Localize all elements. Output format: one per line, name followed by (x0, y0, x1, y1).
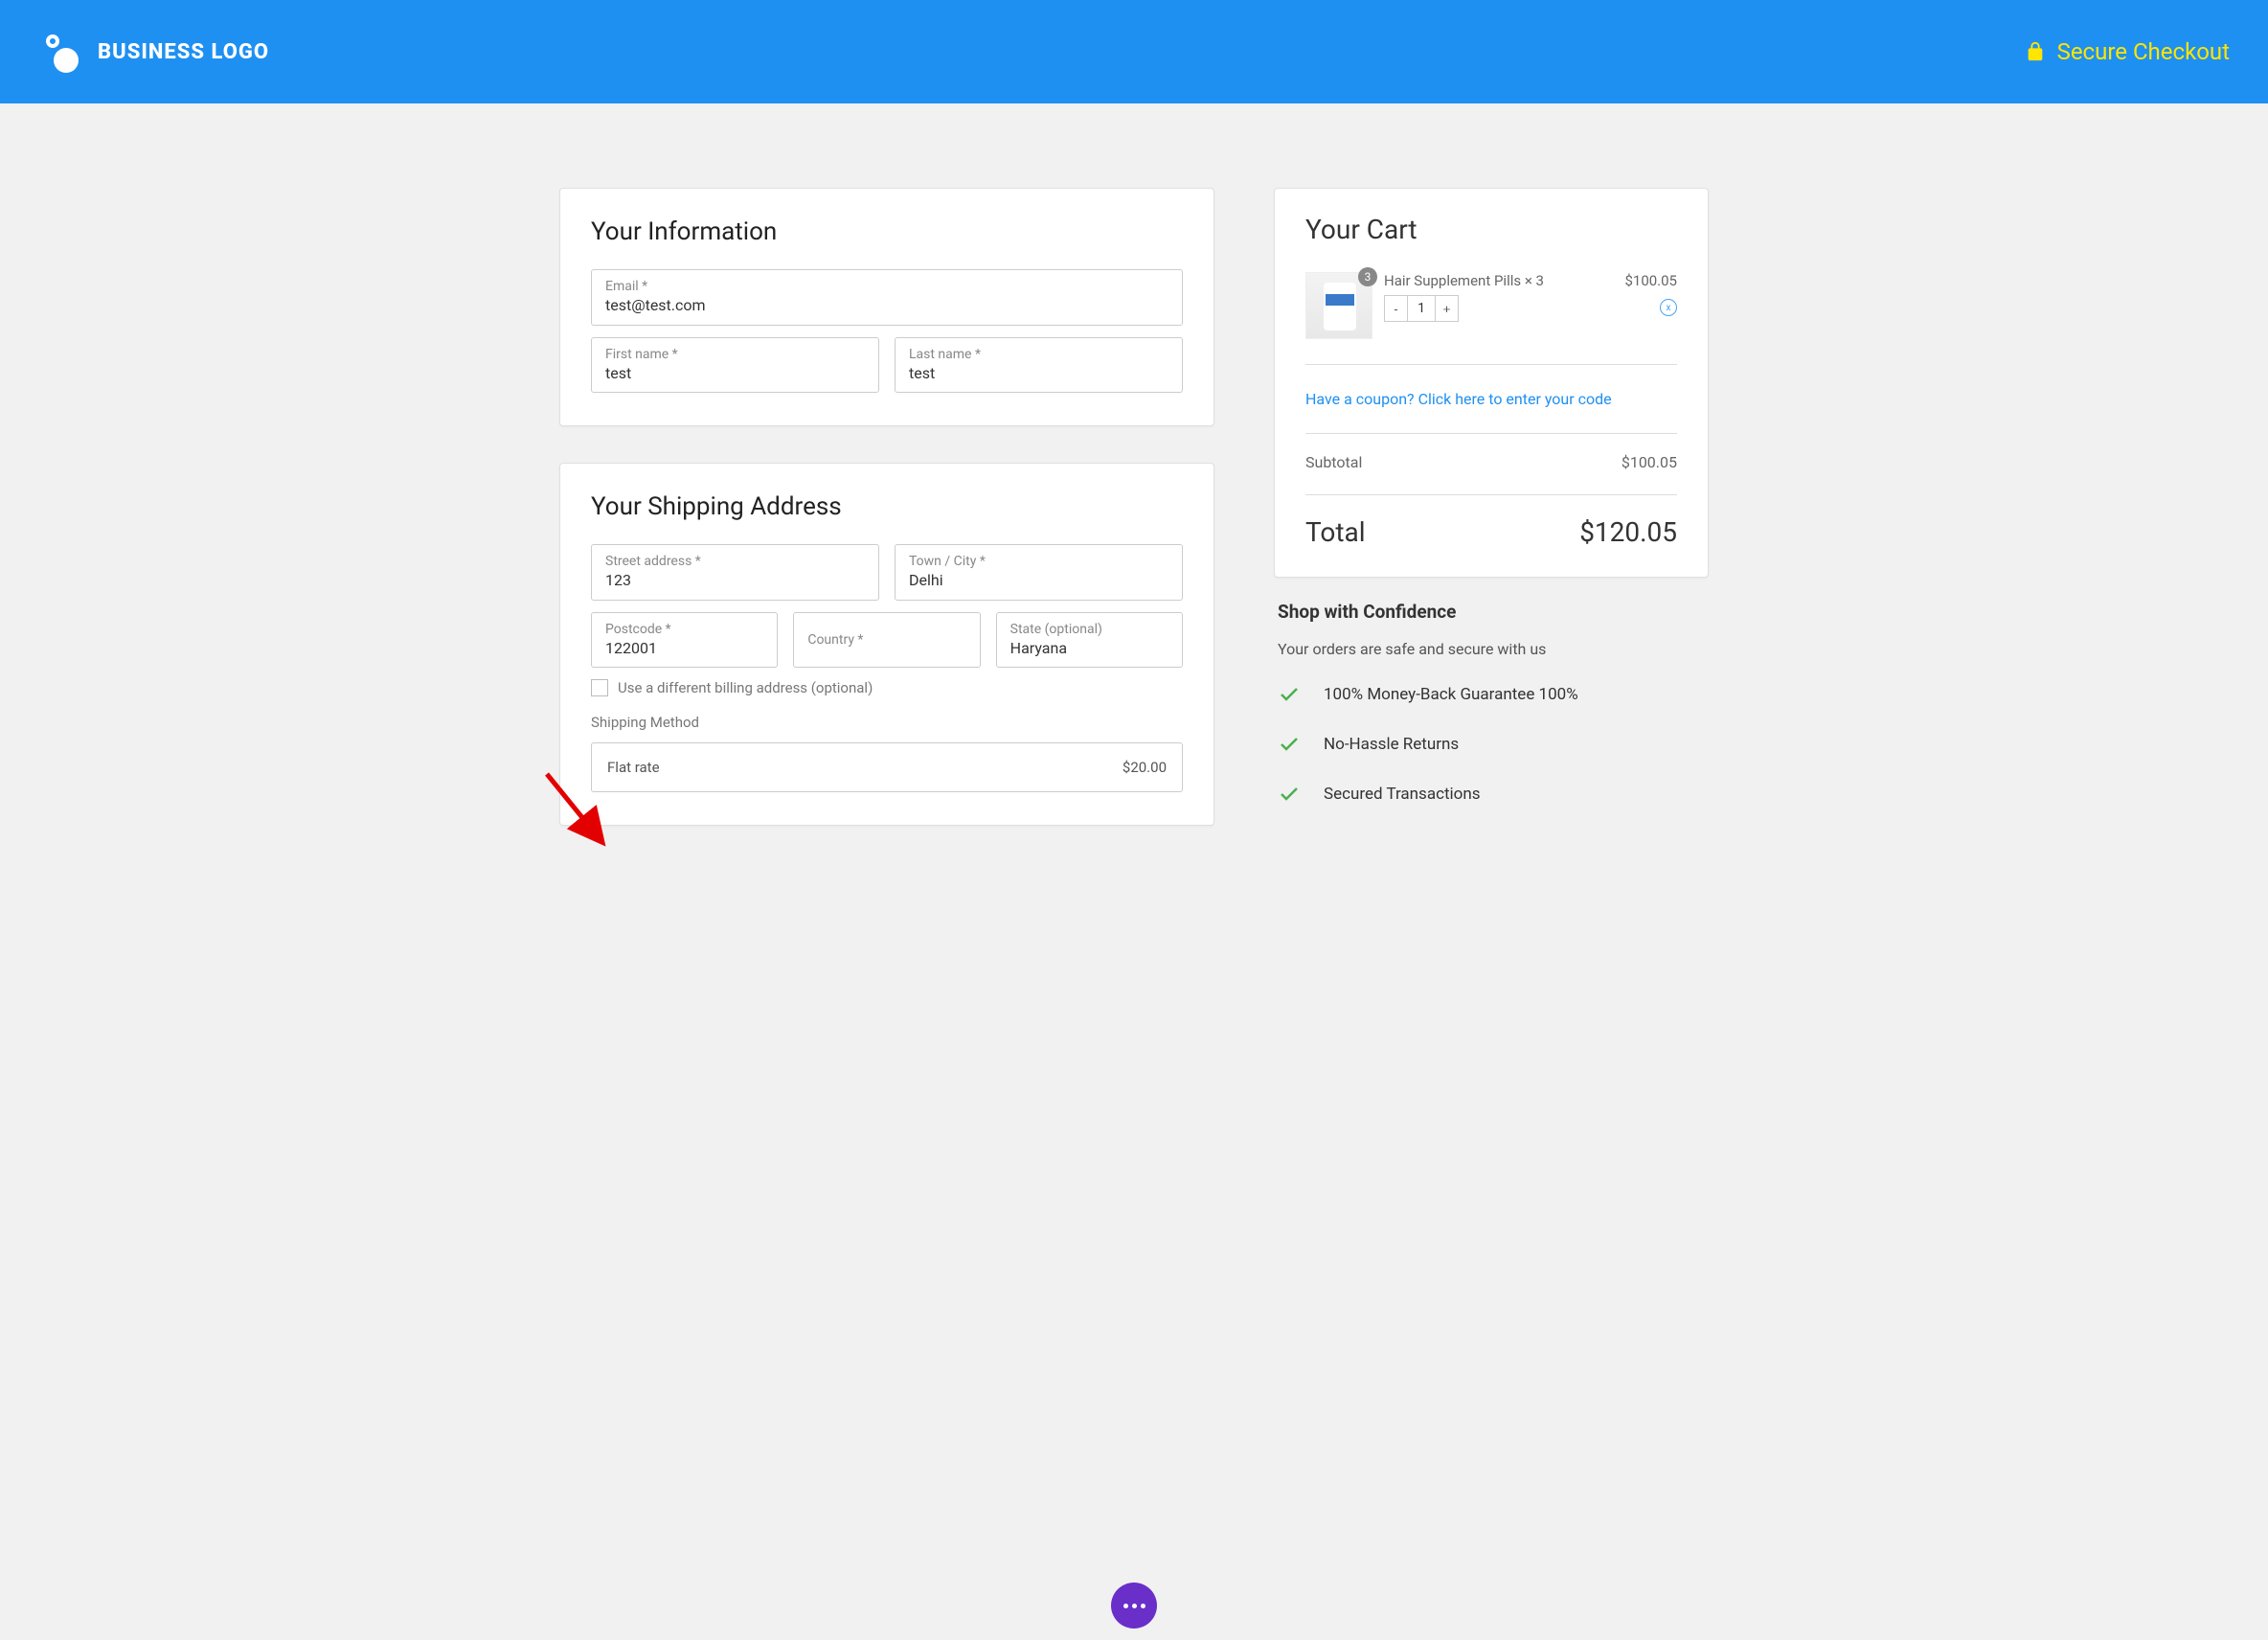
left-column: Your Information Email * test@test.com F… (559, 188, 1214, 826)
shipping-method-flat-rate[interactable]: Flat rate $20.00 (591, 742, 1183, 792)
country-field[interactable]: Country * (793, 612, 980, 669)
quantity-badge: 3 (1358, 267, 1377, 286)
close-icon: x (1667, 303, 1671, 313)
product-name: Hair Supplement Pills × 3 (1384, 272, 1613, 289)
city-value: Delhi (909, 570, 1168, 591)
logo-text: BUSINESS LOGO (98, 40, 269, 64)
cart-heading: Your Cart (1305, 214, 1677, 245)
confidence-item-label: 100% Money-Back Guarantee 100% (1324, 685, 1578, 704)
confidence-subtext: Your orders are safe and secure with us (1278, 640, 1705, 658)
city-field[interactable]: Town / City * Delhi (895, 544, 1183, 601)
cart-item: 3 Hair Supplement Pills × 3 - 1 + $100.0… (1305, 272, 1677, 365)
email-label: Email * (605, 278, 1168, 295)
different-billing-checkbox-row[interactable]: Use a different billing address (optiona… (591, 679, 1183, 696)
check-icon (1278, 733, 1301, 756)
header: BUSINESS LOGO Secure Checkout (0, 0, 2268, 103)
main-content: Your Information Email * test@test.com F… (531, 103, 1737, 871)
remove-item-button[interactable]: x (1660, 299, 1677, 316)
lock-icon (2025, 40, 2046, 63)
secure-checkout-indicator: Secure Checkout (2025, 38, 2230, 65)
logo[interactable]: BUSINESS LOGO (36, 34, 269, 69)
dots-icon (1123, 1604, 1128, 1608)
flat-rate-label: Flat rate (607, 759, 660, 776)
your-information-heading: Your Information (591, 217, 1183, 246)
postcode-value: 122001 (605, 638, 763, 659)
last-name-label: Last name * (909, 346, 1168, 363)
confidence-item-label: Secured Transactions (1324, 785, 1481, 804)
quantity-decrease-button[interactable]: - (1385, 296, 1408, 321)
street-address-value: 123 (605, 570, 865, 591)
shipping-address-heading: Your Shipping Address (591, 492, 1183, 521)
product-image: 3 (1305, 272, 1372, 339)
total-label: Total (1305, 516, 1366, 548)
last-name-value: test (909, 363, 1168, 384)
email-field[interactable]: Email * test@test.com (591, 269, 1183, 326)
check-icon (1278, 683, 1301, 706)
shipping-method-heading: Shipping Method (591, 714, 1183, 731)
confidence-item: 100% Money-Back Guarantee 100% (1278, 683, 1705, 706)
country-label: Country * (807, 631, 965, 649)
coupon-link[interactable]: Have a coupon? Click here to enter your … (1305, 390, 1677, 434)
postcode-field[interactable]: Postcode * 122001 (591, 612, 778, 669)
check-icon (1278, 783, 1301, 806)
street-address-field[interactable]: Street address * 123 (591, 544, 879, 601)
email-value: test@test.com (605, 295, 1168, 316)
state-field[interactable]: State (optional) Haryana (996, 612, 1183, 669)
different-billing-label: Use a different billing address (optiona… (618, 679, 873, 696)
postcode-label: Postcode * (605, 621, 763, 638)
confidence-item: Secured Transactions (1278, 783, 1705, 806)
street-address-label: Street address * (605, 553, 865, 570)
flat-rate-price: $20.00 (1123, 759, 1167, 776)
state-label: State (optional) (1010, 621, 1168, 638)
confidence-heading: Shop with Confidence (1278, 601, 1705, 623)
secure-checkout-text: Secure Checkout (2057, 38, 2230, 65)
shipping-address-card: Your Shipping Address Street address * 1… (559, 463, 1214, 826)
subtotal-label: Subtotal (1305, 453, 1362, 471)
cart-item-info: Hair Supplement Pills × 3 - 1 + (1384, 272, 1613, 339)
state-value: Haryana (1010, 638, 1168, 659)
city-label: Town / City * (909, 553, 1168, 570)
subtotal-row: Subtotal $100.05 (1305, 453, 1677, 495)
shop-with-confidence: Shop with Confidence Your orders are saf… (1274, 578, 1709, 806)
last-name-field[interactable]: Last name * test (895, 337, 1183, 394)
quantity-increase-button[interactable]: + (1435, 296, 1458, 321)
first-name-value: test (605, 363, 865, 384)
confidence-item-label: No-Hassle Returns (1324, 735, 1459, 754)
first-name-field[interactable]: First name * test (591, 337, 879, 394)
right-column: Your Cart 3 Hair Supplement Pills × 3 - … (1274, 188, 1709, 832)
checkbox-icon (591, 679, 608, 696)
subtotal-value: $100.05 (1622, 453, 1677, 471)
first-name-label: First name * (605, 346, 865, 363)
confidence-item: No-Hassle Returns (1278, 733, 1705, 756)
cart-card: Your Cart 3 Hair Supplement Pills × 3 - … (1274, 188, 1709, 578)
total-row: Total $120.05 (1305, 516, 1677, 548)
quantity-stepper: - 1 + (1384, 295, 1459, 322)
quantity-value: 1 (1408, 296, 1435, 321)
fab-more-button[interactable] (1111, 1583, 1157, 1629)
total-value: $120.05 (1579, 516, 1677, 548)
your-information-card: Your Information Email * test@test.com F… (559, 188, 1214, 426)
logo-icon (36, 34, 84, 69)
